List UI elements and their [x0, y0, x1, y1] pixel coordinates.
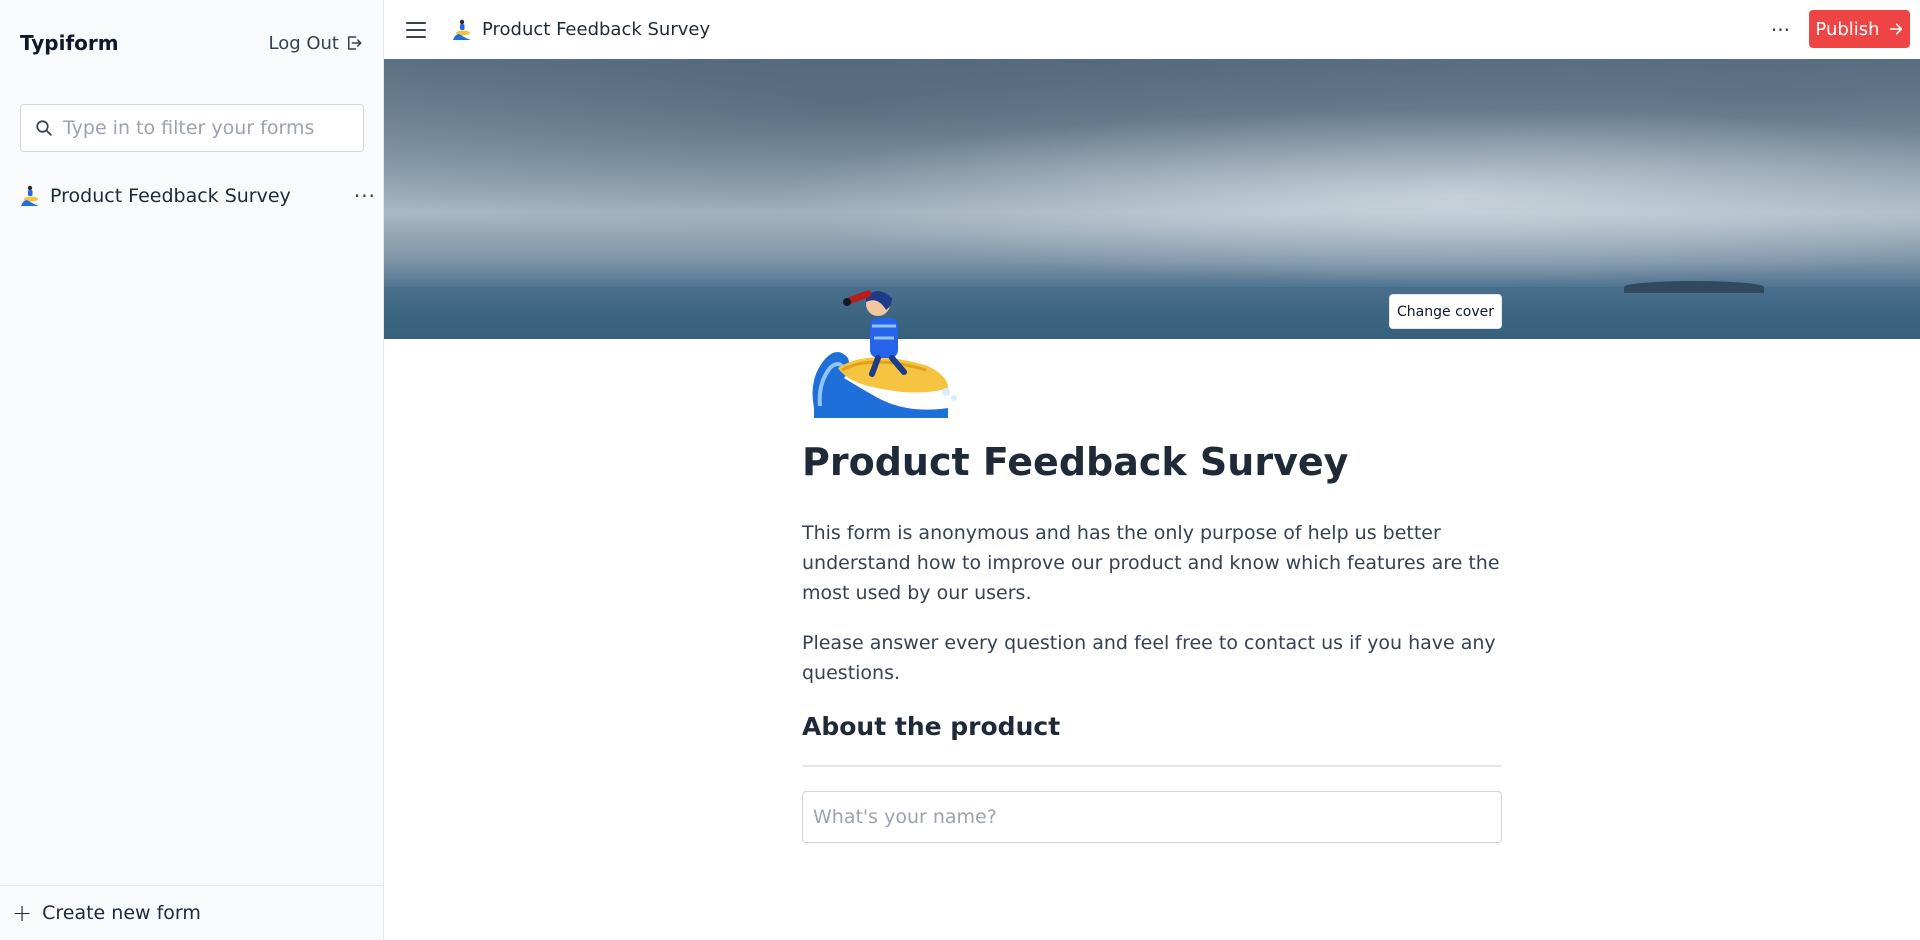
sidebar-item-product-feedback-survey[interactable]: Product Feedback Survey ···: [20, 180, 376, 212]
form-content: Product Feedback Survey This form is ano…: [802, 440, 1502, 843]
change-cover-button[interactable]: Change cover: [1389, 294, 1502, 329]
section-heading[interactable]: About the product: [802, 712, 1502, 741]
form-description[interactable]: This form is anonymous and has the only …: [802, 518, 1502, 608]
arrow-right-icon: [1889, 23, 1902, 35]
sidebar-item-label: Product Feedback Survey: [50, 185, 291, 207]
publish-button[interactable]: Publish: [1809, 10, 1910, 48]
publish-label: Publish: [1815, 18, 1880, 40]
page-title: Product Feedback Survey: [482, 19, 711, 40]
create-form-label: Create new form: [42, 902, 201, 924]
hamburger-icon[interactable]: [406, 21, 426, 38]
more-options-icon[interactable]: ···: [1771, 18, 1790, 42]
search-input[interactable]: [63, 117, 353, 139]
search-icon: [36, 120, 52, 136]
topbar: Product Feedback Survey ··· Publish: [384, 0, 1920, 59]
surfer-emoji-icon: [21, 185, 39, 206]
name-field[interactable]: [802, 790, 1502, 843]
plus-icon: +: [12, 899, 33, 927]
logout-label: Log Out: [268, 32, 339, 54]
form-title[interactable]: Product Feedback Survey: [802, 440, 1502, 486]
surfer-emoji-icon: [453, 19, 471, 40]
surfer-illustration: [812, 290, 957, 418]
form-filter-search: [20, 104, 364, 152]
cover-image: [384, 59, 1920, 339]
logout-button[interactable]: Log Out: [268, 33, 363, 54]
sidebar: Typiform Log Out Product Feedback Survey…: [0, 0, 384, 940]
divider: [802, 764, 1502, 767]
brand-logo: Typiform: [20, 31, 119, 55]
sidebar-header: Typiform Log Out: [20, 28, 363, 58]
create-form-button[interactable]: + Create new form: [0, 885, 384, 940]
form-instructions[interactable]: Please answer every question and feel fr…: [802, 628, 1502, 688]
logout-icon: [348, 36, 362, 50]
more-icon[interactable]: ···: [354, 186, 376, 206]
